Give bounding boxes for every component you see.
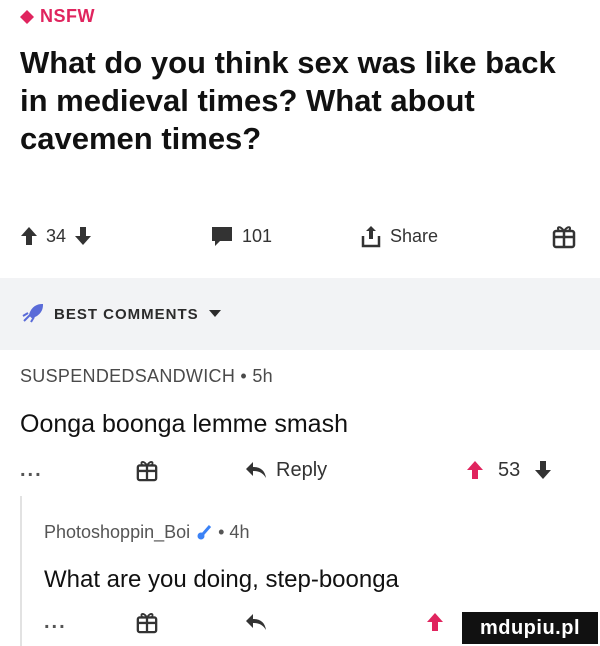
comment-text: Oonga boonga lemme smash [20, 410, 348, 438]
reply-arrow-icon [246, 614, 266, 630]
share-icon [361, 226, 381, 248]
share-button[interactable]: Share [360, 218, 438, 254]
reply-username-row[interactable]: Photoshoppin_Boi • 4h [44, 522, 249, 543]
comment-username[interactable]: SUSPENDEDSANDWICH • 5h [20, 366, 273, 387]
comment-count: 101 [242, 225, 273, 246]
gift-box-icon [136, 613, 158, 634]
watermark-badge: mdupiu.pl [462, 612, 598, 644]
reply-gift-button[interactable] [136, 604, 158, 640]
upvote-arrow-icon[interactable] [466, 460, 484, 480]
gift-box-icon [136, 461, 158, 482]
reply-more-dots: ... [44, 610, 67, 633]
paintbrush-icon [197, 524, 212, 539]
downvote-arrow-icon[interactable] [534, 460, 552, 480]
reply-arrow-icon [246, 462, 266, 478]
vote-group: 34 [20, 218, 92, 254]
rocket-icon [22, 303, 44, 323]
comment-upvote-count: 53 [498, 458, 521, 481]
comment-bubble-icon [212, 227, 232, 246]
nsfw-label: NSFW [40, 6, 95, 26]
more-dots: ... [20, 458, 43, 481]
more-button[interactable]: ... [20, 452, 43, 488]
post-actions: 34 101 Share [20, 218, 580, 254]
comment-actions: ... Reply 53 [20, 452, 580, 488]
upvote-arrow-icon[interactable] [20, 226, 38, 246]
reply-upvote-button[interactable] [426, 604, 444, 640]
reply-text: What are you doing, step-boonga [44, 566, 399, 593]
gift-button[interactable] [136, 452, 158, 488]
best-comments-label: BEST COMMENTS [54, 305, 199, 323]
upvote-count: 34 [46, 225, 67, 246]
reply-username[interactable]: Photoshoppin_Boi [44, 522, 190, 543]
post-title[interactable]: What do you think sex was like back in m… [20, 44, 580, 158]
reply-more-button[interactable]: ... [44, 604, 67, 640]
nsfw-badge: NSFW [20, 6, 95, 27]
comment-vote-group: 53 [466, 452, 552, 488]
best-comments-bar[interactable]: BEST COMMENTS [0, 278, 600, 350]
comments-button[interactable]: 101 [210, 218, 272, 254]
reply-reply-button[interactable] [244, 604, 268, 640]
share-label: Share [390, 225, 439, 246]
reply-label: Reply [276, 458, 328, 481]
gift-box-icon [552, 226, 576, 249]
nsfw-diamond-icon [20, 9, 34, 24]
downvote-arrow-icon[interactable] [74, 226, 92, 246]
reply-thread-line [20, 496, 22, 646]
upvote-arrow-icon [427, 613, 443, 631]
reply-meta: • 4h [218, 522, 250, 542]
reply-button[interactable]: Reply [244, 452, 327, 488]
chevron-down-icon [208, 310, 221, 317]
save-gift-button[interactable] [552, 218, 576, 254]
